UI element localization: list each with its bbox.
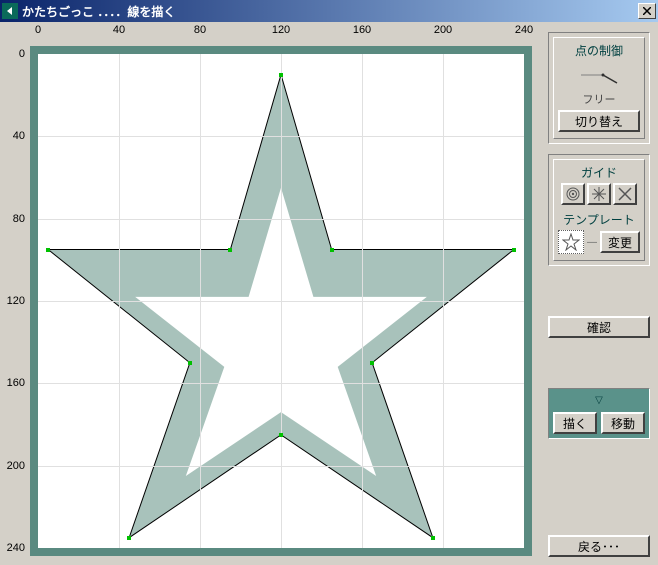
vertex-handle[interactable] [46, 248, 50, 252]
guide-title: ガイド [558, 164, 640, 181]
ruler-vertical: 04080120160200240 [0, 46, 30, 556]
back-button[interactable]: 戻る･･･ [548, 535, 650, 557]
template-dash: — [587, 237, 597, 248]
vertex-handle[interactable] [330, 248, 334, 252]
template-row: — 変更 [558, 230, 640, 254]
vertex-handle[interactable] [370, 361, 374, 365]
point-control-preview [558, 61, 640, 89]
canvas-area: 04080120160200240 04080120160200240 [0, 22, 542, 565]
point-control-title: 点の制御 [558, 42, 640, 59]
vertex-handle[interactable] [512, 248, 516, 252]
vertex-handle[interactable] [431, 536, 435, 540]
side-panel: 点の制御 フリー 切り替え ガイド [542, 22, 658, 565]
draw-button[interactable]: 描く [553, 412, 597, 434]
vertex-handle[interactable] [127, 536, 131, 540]
template-change-button[interactable]: 変更 [600, 231, 640, 253]
app-icon [2, 3, 18, 19]
canvas-frame [30, 46, 532, 556]
window-title: かたちごっこ ．．．．線を描く [22, 3, 638, 20]
vertex-handle[interactable] [279, 433, 283, 437]
vertex-handle[interactable] [188, 361, 192, 365]
close-button[interactable] [638, 3, 656, 19]
drawing-canvas[interactable] [38, 54, 524, 548]
move-button[interactable]: 移動 [601, 412, 645, 434]
point-control-panel: 点の制御 フリー 切り替え [548, 32, 650, 144]
template-title: テンプレート [558, 211, 640, 228]
vertex-handle[interactable] [228, 248, 232, 252]
titlebar: かたちごっこ ．．．．線を描く [0, 0, 658, 22]
client-area: 04080120160200240 04080120160200240 点の制御 [0, 22, 658, 565]
vertex-handle[interactable] [279, 73, 283, 77]
draw-indicator-icon: ▽ [553, 393, 645, 408]
confirm-button[interactable]: 確認 [548, 316, 650, 338]
toggle-button[interactable]: 切り替え [558, 110, 640, 132]
guide-concentric-icon[interactable] [561, 183, 585, 205]
guide-icon-row [558, 183, 640, 205]
ruler-horizontal: 04080120160200240 [30, 24, 532, 46]
template-star-icon[interactable] [558, 230, 584, 254]
guide-template-panel: ガイド テンプレート [548, 154, 650, 266]
point-control-mode: フリー [558, 91, 640, 107]
guide-cross-icon[interactable] [613, 183, 637, 205]
guide-radial-icon[interactable] [587, 183, 611, 205]
draw-move-panel: ▽ 描く 移動 [548, 388, 650, 439]
